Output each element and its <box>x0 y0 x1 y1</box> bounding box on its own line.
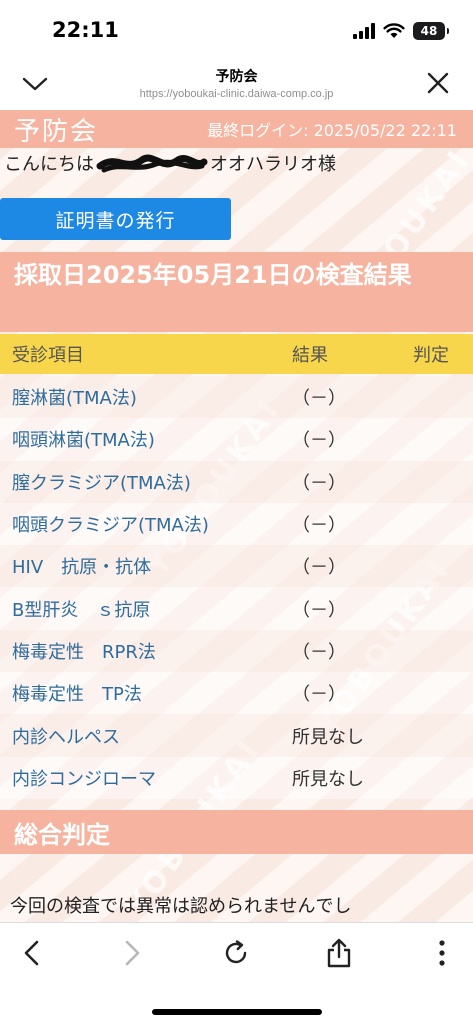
test-result: （－） <box>292 557 346 579</box>
table-row: 内診コンジローマ 所見なし <box>0 756 473 799</box>
redaction-scribble <box>96 154 208 173</box>
greeting-name: オオハラリオ様 <box>210 154 336 175</box>
test-result: （－） <box>292 515 346 537</box>
share-icon <box>327 938 351 968</box>
greeting: こんにちは オオハラリオ様 <box>0 148 473 178</box>
summary-text: 今回の検査では異常は認められませんでし <box>10 896 352 917</box>
status-bar: 22:11 48 <box>0 0 473 60</box>
back-icon <box>24 940 39 966</box>
cellular-signal-icon <box>353 23 375 39</box>
share-button[interactable] <box>323 937 355 969</box>
test-result: （－） <box>292 430 346 452</box>
page-title: 予防会 <box>215 69 258 85</box>
table-row: B型肝炎 ｓ抗原 （－） <box>0 587 473 630</box>
results-heading: 採取日2025年05月21日の検査結果 <box>0 252 473 332</box>
close-icon[interactable] <box>427 72 449 94</box>
home-indicator <box>152 1009 322 1015</box>
browser-toolbar <box>0 922 473 1024</box>
table-row: 咽頭クラミジア(TMA法) （－） <box>0 502 473 546</box>
test-result: 所見なし <box>292 726 364 748</box>
test-result: （－） <box>292 388 346 410</box>
results-column-header: 受診項目 結果 判定 <box>0 334 473 374</box>
test-result: （－） <box>292 472 346 494</box>
column-header-judgement: 判定 <box>413 345 449 366</box>
table-row: 膣クラミジア(TMA法) （－） <box>0 460 473 503</box>
test-item-link[interactable]: 内診コンジローマ <box>12 765 156 791</box>
table-row: 梅毒定性 RPR法 （－） <box>0 629 473 673</box>
table-row: 膣淋菌(TMA法) （－） <box>0 376 473 419</box>
last-login: 最終ログイン: 2025/05/22 22:11 <box>207 121 457 140</box>
table-row: 梅毒定性 TP法 （－） <box>0 672 473 715</box>
status-time: 22:11 <box>52 18 119 42</box>
issue-certificate-button[interactable]: 証明書の発行 <box>0 198 231 240</box>
column-header-result: 結果 <box>292 345 328 366</box>
results-table: 膣淋菌(TMA法) （－） 咽頭淋菌(TMA法) （－） 膣クラミジア(TMA法… <box>0 376 473 799</box>
table-row: 咽頭淋菌(TMA法) （－） <box>0 418 473 461</box>
test-item-link[interactable]: 梅毒定性 RPR法 <box>12 638 156 664</box>
test-result: 所見なし <box>292 768 364 790</box>
forward-icon <box>125 940 140 966</box>
page-url: https://yoboukai-clinic.daiwa-comp.co.jp <box>139 88 334 100</box>
summary-heading: 総合判定 <box>0 810 473 854</box>
status-icons: 48 <box>353 22 449 40</box>
test-result: （－） <box>292 599 346 621</box>
table-row: 内診ヘルペス 所見なし <box>0 714 473 757</box>
test-item-link[interactable]: 咽頭クラミジア(TMA法) <box>12 511 209 537</box>
forward-button[interactable] <box>116 937 148 969</box>
back-button[interactable] <box>16 937 48 969</box>
test-result: （－） <box>292 641 346 663</box>
reload-icon <box>225 940 247 964</box>
test-item-link[interactable]: 膣淋菌(TMA法) <box>12 384 137 410</box>
greeting-prefix: こんにちは <box>4 154 94 175</box>
reload-button[interactable] <box>220 937 252 969</box>
browser-header: 予防会 https://yoboukai-clinic.daiwa-comp.c… <box>0 60 473 110</box>
test-item-link[interactable]: 膣クラミジア(TMA法) <box>12 469 191 495</box>
column-header-item: 受診項目 <box>12 345 84 366</box>
more-button[interactable] <box>426 937 458 969</box>
site-header: 予防会 最終ログイン: 2025/05/22 22:11 <box>0 110 473 148</box>
test-item-link[interactable]: 内診ヘルペス <box>12 723 120 749</box>
test-result: （－） <box>292 684 346 706</box>
site-logo[interactable]: 予防会 <box>14 111 98 148</box>
web-content[interactable]: YOBOUKAI YOBOUKAI YOBOUKAI YOBOUKAI 予防会 … <box>0 110 473 922</box>
wifi-icon <box>383 23 405 38</box>
more-icon <box>439 940 445 966</box>
test-item-link[interactable]: 梅毒定性 TP法 <box>12 680 142 706</box>
test-item-link[interactable]: 咽頭淋菌(TMA法) <box>12 426 155 452</box>
battery-icon: 48 <box>413 22 449 40</box>
test-item-link[interactable]: B型肝炎 ｓ抗原 <box>12 596 150 622</box>
test-item-link[interactable]: HIV 抗原・抗体 <box>12 553 151 579</box>
table-row: HIV 抗原・抗体 （－） <box>0 545 473 588</box>
